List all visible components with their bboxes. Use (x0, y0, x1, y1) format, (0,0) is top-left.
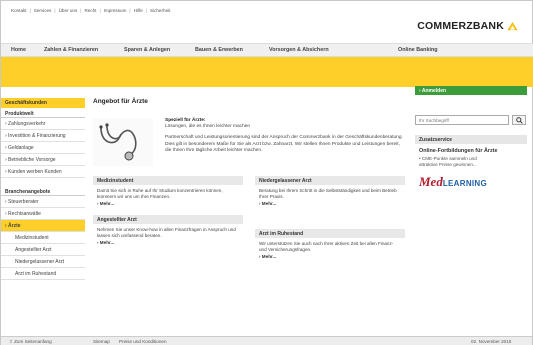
search-input[interactable] (415, 115, 509, 125)
nav-vorsorgen-absichern[interactable]: Vorsorgen & Absichern (269, 47, 329, 53)
stethoscope-icon (93, 118, 153, 166)
box-body: Damit Sie sich in Ruhe auf Ihr Studium k… (97, 188, 223, 199)
box-head: Arzt im Ruhestand (255, 229, 405, 238)
box-angestellter-arzt: Angestellter Arzt Nehmen Sie unser Know-… (93, 215, 243, 246)
sidebar-item-investition[interactable]: › Investition & Finanzierung (1, 130, 85, 142)
box-medizinstudent: Medizinstudent Damit Sie sich in Ruhe au… (93, 176, 243, 207)
nav-zahlen-finanzieren[interactable]: Zahlen & Finanzieren (44, 47, 98, 53)
sidebar-item-steuerberater[interactable]: › Steuerberater (1, 196, 85, 208)
nav-bauen-erwerben[interactable]: Bauen & Erwerben (195, 47, 243, 53)
more-link[interactable]: › Mehr... (93, 239, 243, 246)
sidebar-child-arzt-im-ruhestand[interactable]: Arzt im Ruhestand (1, 268, 85, 280)
logo-text: COMMERZBANK (417, 20, 504, 32)
intro-body: Partnerschaft und Leistungsorientierung … (165, 135, 403, 153)
yellow-banner (1, 57, 533, 87)
separator: | (99, 8, 101, 13)
sidebar-item-aerzte[interactable]: › Ärzte (1, 220, 85, 232)
intro-text: Speziell für Ärzte: Lösungen, die es Ihn… (165, 118, 405, 166)
search-icon (515, 116, 523, 124)
util-link-kontakt[interactable]: Kontakt (11, 8, 27, 13)
sidebar-child-niedergelassener-arzt[interactable]: Niedergelassener Arzt (1, 256, 85, 268)
util-link-sicherheit[interactable]: Sicherheit (150, 8, 170, 13)
separator: | (129, 8, 131, 13)
search-button[interactable] (512, 115, 526, 125)
box-head: Niedergelassener Arzt (255, 176, 405, 185)
sidebar-item-kunden-werben[interactable]: › Kunden werben Kunden (1, 166, 85, 178)
sidebar-item-geldanlage[interactable]: › Geldanlage (1, 142, 85, 154)
box-body: Beratung bei Ihrem Schritt in die Selbst… (259, 188, 397, 199)
box-arzt-im-ruhestand: Arzt im Ruhestand Wir unterstützen Sie a… (255, 229, 405, 260)
logo-ribbon-icon (507, 21, 518, 30)
util-link-impressum[interactable]: Impressum (104, 8, 127, 13)
box-head: Medizinstudent (93, 176, 243, 185)
sidebar-child-medizinstudent[interactable]: Medizinstudent (1, 232, 85, 244)
sidebar-item-vorsorge[interactable]: › Betriebliche Vorsorge (1, 154, 85, 166)
separator: | (54, 8, 56, 13)
sidebar-item-rechtsanwaelte[interactable]: › Rechtsanwälte (1, 208, 85, 220)
medlearning-logo[interactable]: Med LEARNING (419, 174, 523, 190)
login-button[interactable]: › Anmelden (415, 86, 527, 95)
sidebar: Geschäftskunden Produktwelt › Zahlungsve… (1, 98, 85, 280)
sidebar-header[interactable]: Geschäftskunden (1, 98, 85, 108)
box-head: Angestellter Arzt (93, 215, 243, 224)
main-content: Angebot für Ärzte Speziell für Ärzte: Lö… (93, 98, 405, 259)
more-link[interactable]: › Mehr... (255, 200, 405, 207)
utility-nav: Kontakt | Services | Über uns | Recht | Impr… (11, 8, 170, 13)
nav-online-banking[interactable]: Online Banking (398, 47, 438, 53)
util-link-recht[interactable]: Recht (84, 8, 96, 13)
sidebar-child-angestellter-arzt[interactable]: Angestellter Arzt (1, 244, 85, 256)
medlearning-med: Med (419, 173, 443, 189)
commerzbank-logo[interactable]: COMMERZBANK (417, 20, 518, 32)
footer-link-sitemap[interactable]: Sitemap (93, 339, 110, 344)
separator: | (80, 8, 82, 13)
separator: | (29, 8, 31, 13)
more-link[interactable]: › Mehr... (93, 200, 243, 207)
page-title: Angebot für Ärzte (93, 98, 148, 105)
box-body: Nehmen Sie unser Know-how in allen Finan… (97, 227, 236, 238)
footer-link-preise[interactable]: Preise und Konditionen (119, 339, 167, 344)
promo-title[interactable]: Online-Fortbildungen für Ärzte (415, 144, 527, 156)
sidebar-item-zahlungsverkehr[interactable]: › Zahlungsverkehr (1, 118, 85, 130)
footer-date: 02. November 2010 (471, 339, 512, 344)
footer: ⇧ Zum Seitenanfang Sitemap Preise und Ko… (1, 336, 532, 345)
separator: | (145, 8, 147, 13)
util-link-hilfe[interactable]: Hilfe (134, 8, 143, 13)
search-bar (415, 115, 527, 125)
sidebar-section-branchenangebote: Branchenangebote (1, 186, 85, 196)
promo-line: attraktive Preise gewinnen... (419, 161, 477, 167)
sidebar-section-produktwelt: Produktwelt (1, 108, 85, 118)
intro-lead: Speziell für Ärzte: (165, 118, 206, 123)
zusatzservice-header: Zusatzservice (415, 135, 527, 144)
medlearning-learning: LEARNING (442, 178, 488, 188)
page: Kontakt | Services | Über uns | Recht | Impr… (0, 0, 533, 345)
util-link-ueber-uns[interactable]: Über uns (59, 8, 78, 13)
intro: Speziell für Ärzte: Lösungen, die es Ihn… (93, 118, 405, 166)
intro-subtitle: Lösungen, die es Ihnen leichter machen (165, 124, 251, 130)
box-niedergelassener-arzt: Niedergelassener Arzt Beratung bei Ihrem… (255, 176, 405, 207)
box-body: Wir unterstützen Sie auch nach Ihrer akt… (259, 241, 394, 252)
right-column: Zusatzservice Online-Fortbildungen für Ä… (415, 98, 527, 190)
more-link[interactable]: › Mehr... (255, 253, 405, 260)
nav-sparen-anlegen[interactable]: Sparen & Anlegen (124, 47, 170, 53)
util-link-services[interactable]: Services (34, 8, 52, 13)
main-nav: Home Zahlen & Finanzieren Sparen & Anleg… (1, 43, 533, 57)
nav-home[interactable]: Home (11, 47, 26, 53)
back-to-top-link[interactable]: ⇧ Zum Seitenanfang (9, 339, 52, 345)
